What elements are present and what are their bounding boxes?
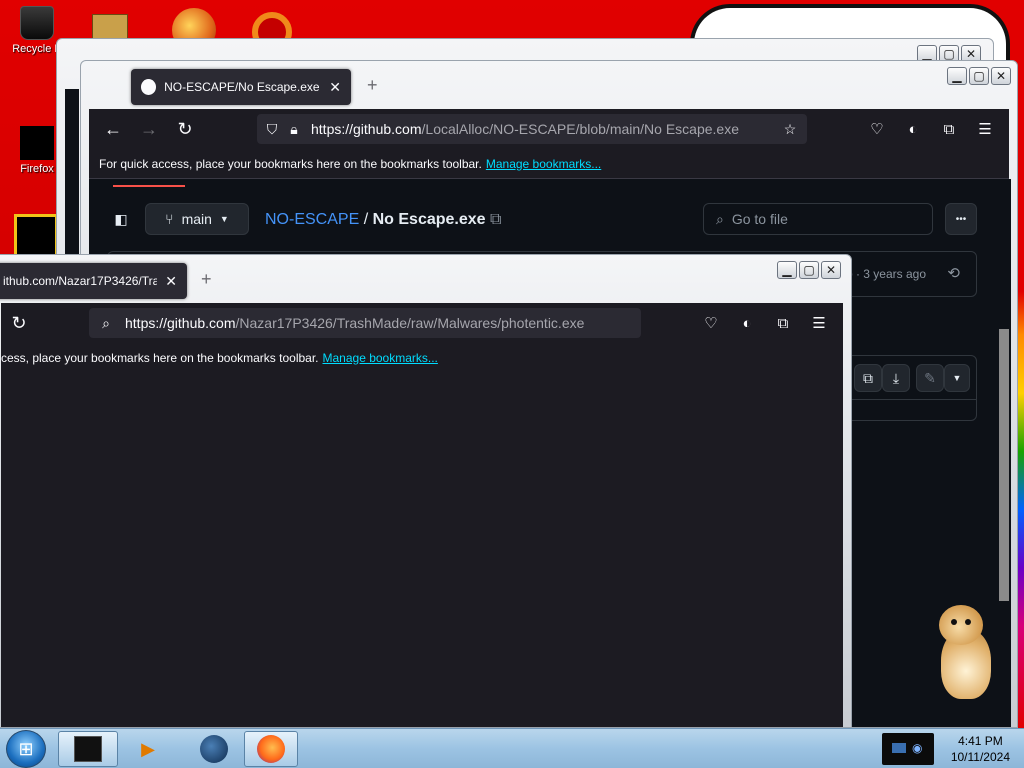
more-options-button[interactable]: ••• <box>945 203 977 235</box>
firefox-icon <box>20 126 54 160</box>
bookmarks-hint: cess, place your bookmarks here on the b… <box>1 350 319 365</box>
url-host: https://github.com <box>125 315 236 331</box>
clock[interactable]: 4:41 PM 10/11/2024 <box>951 733 1010 765</box>
tab-raw-file[interactable]: ithub.com/Nazar17P3426/TrashI ✕ <box>0 263 187 299</box>
star-icon[interactable]: ☆ <box>779 121 801 138</box>
desktop-icon-app[interactable] <box>14 214 58 258</box>
tab-title: ithub.com/Nazar17P3426/TrashI <box>3 274 157 288</box>
edit-dropdown-icon[interactable]: ▼ <box>944 364 970 392</box>
clock-time: 4:41 PM <box>958 734 1003 748</box>
caret-down-icon: ▼ <box>219 214 229 224</box>
url-text[interactable]: https://github.com/Nazar17P3426/TrashMad… <box>125 315 635 331</box>
lock-icon: 🔒︎ <box>290 120 298 137</box>
page-scrollbar[interactable] <box>997 179 1011 727</box>
address-bar[interactable]: ⛉ 🔒︎ https://github.com/LocalAlloc/NO-ES… <box>257 114 807 144</box>
tab-github-file[interactable]: NO-ESCAPE/No Escape.exe at m ✕ <box>131 69 351 105</box>
extensions-icon[interactable]: ⧉ <box>771 311 795 335</box>
reload-icon[interactable]: ↻ <box>167 113 203 145</box>
tab-strip: ithub.com/Nazar17P3426/TrashI ✕ + <box>0 255 851 303</box>
search-icon: ⌕ <box>716 210 724 227</box>
branch-name: main <box>181 211 212 227</box>
taskbar-item-firefox[interactable] <box>244 731 298 767</box>
url-host: https://github.com <box>311 121 422 137</box>
tab-close-icon[interactable]: ✕ <box>329 79 341 96</box>
url-path: /LocalAlloc/NO-ESCAPE/blob/main/No Escap… <box>421 121 739 137</box>
clock-date: 10/11/2024 <box>950 750 1010 764</box>
sidebar-toggle-icon[interactable]: ◧ <box>107 203 135 235</box>
back-arrow-icon[interactable]: ← <box>95 113 131 145</box>
history-icon[interactable]: ⟲ <box>947 264 960 282</box>
navigation-toolbar: ↻ ⌕ https://github.com/Nazar17P3426/Tras… <box>1 303 843 343</box>
go-to-file-placeholder: Go to file <box>731 211 788 227</box>
forward-arrow-icon[interactable]: → <box>131 113 167 145</box>
theme-icon[interactable]: ◐ <box>901 117 925 141</box>
github-icon <box>141 79 157 95</box>
desktop-icon-label: Firefox <box>20 163 54 175</box>
navigation-toolbar: ← → ↻ ⛉ 🔒︎ https://github.com/LocalAlloc… <box>89 109 1009 149</box>
page-load-progress <box>113 185 185 187</box>
hamster-eye <box>965 619 971 625</box>
tray-icons: ◉ <box>882 733 934 765</box>
shield-icon: ⛉ <box>266 120 278 137</box>
new-tab-button[interactable]: + <box>201 269 212 290</box>
bookmarks-hint: For quick access, place your bookmarks h… <box>99 156 482 171</box>
breadcrumb-file: No Escape.exe <box>372 211 486 228</box>
new-tab-button[interactable]: + <box>367 75 378 96</box>
manage-bookmarks-link[interactable]: Manage bookmarks... <box>323 351 438 365</box>
reload-icon[interactable]: ↻ <box>1 307 37 339</box>
breadcrumb-separator: / <box>363 211 369 228</box>
tab-strip: NO-ESCAPE/No Escape.exe at m ✕ + <box>81 61 1017 109</box>
menu-icon[interactable]: ☰ <box>973 117 997 141</box>
breadcrumb-repo-link[interactable]: NO-ESCAPE <box>265 211 359 228</box>
taskbar-item-app[interactable] <box>58 731 118 767</box>
app-icon <box>74 736 102 762</box>
search-icon: ⌕ <box>102 314 110 331</box>
url-path: /Nazar17P3426/TrashMade/raw/Malwares/pho… <box>235 315 585 331</box>
branch-icon: ⑂ <box>165 211 174 227</box>
desktop: Recycle B Firefox ▁ ▢ ✕ ▁ ▢ ✕ NO-ESCAPE/… <box>0 0 1024 728</box>
address-bar[interactable]: ⌕ https://github.com/Nazar17P3426/TrashM… <box>89 308 641 338</box>
browser-window-front[interactable]: ▁ ▢ ✕ ithub.com/Nazar17P3426/TrashI ✕ + … <box>0 254 852 728</box>
copy-icon[interactable]: ⧉ <box>854 364 882 392</box>
go-to-file-input[interactable]: ⌕ Go to file <box>703 203 933 235</box>
tab-title: NO-ESCAPE/No Escape.exe at m <box>164 80 321 94</box>
recycle-bin-icon <box>20 6 54 40</box>
windows-logo-icon: ⊞ <box>18 738 34 759</box>
media-player-icon: ▶ <box>141 738 155 759</box>
bookmarks-toolbar: For quick access, place your bookmarks h… <box>89 149 1009 179</box>
menu-icon[interactable]: ☰ <box>807 311 831 335</box>
bookmarks-toolbar: cess, place your bookmarks here on the b… <box>1 343 843 373</box>
taskbar: ⊞ ▶ ◉ 4:41 PM 10/11/2024 <box>0 728 1024 768</box>
branch-selector[interactable]: ⑂ main ▼ <box>145 203 249 235</box>
theme-icon[interactable]: ◐ <box>735 311 759 335</box>
desktop-icon-label: Recycle B <box>12 43 62 55</box>
hamster-overlay-image <box>935 605 997 709</box>
firefox-icon <box>257 735 285 763</box>
breadcrumb: NO-ESCAPE / No Escape.exe ⧉ <box>265 211 501 229</box>
pocket-icon[interactable]: ♡ <box>865 117 889 141</box>
tab-close-icon[interactable]: ✕ <box>165 273 177 290</box>
system-tray: ◉ 4:41 PM 10/11/2024 <box>864 729 1024 768</box>
taskbar-item-globe[interactable] <box>192 731 236 767</box>
taskbar-item-media-player[interactable]: ▶ <box>128 731 168 767</box>
network-icon[interactable] <box>892 743 906 753</box>
pocket-icon[interactable]: ♡ <box>699 311 723 335</box>
scrollbar-thumb[interactable] <box>999 329 1009 601</box>
globe-icon <box>200 735 228 763</box>
url-text[interactable]: https://github.com/LocalAlloc/NO-ESCAPE/… <box>311 121 741 137</box>
start-button[interactable]: ⊞ <box>6 730 46 768</box>
volume-icon[interactable]: ◉ <box>912 741 922 755</box>
edit-pencil-icon[interactable]: ✎ <box>916 364 944 392</box>
page-content-blank <box>1 371 843 727</box>
hamster-head <box>939 605 983 645</box>
hamster-eye <box>951 619 957 625</box>
copy-path-icon[interactable]: ⧉ <box>490 211 501 228</box>
extensions-icon[interactable]: ⧉ <box>937 117 961 141</box>
commit-age: o · 3 years ago <box>845 267 926 281</box>
download-icon[interactable]: ⤓ <box>882 364 910 392</box>
manage-bookmarks-link[interactable]: Manage bookmarks... <box>486 157 601 171</box>
